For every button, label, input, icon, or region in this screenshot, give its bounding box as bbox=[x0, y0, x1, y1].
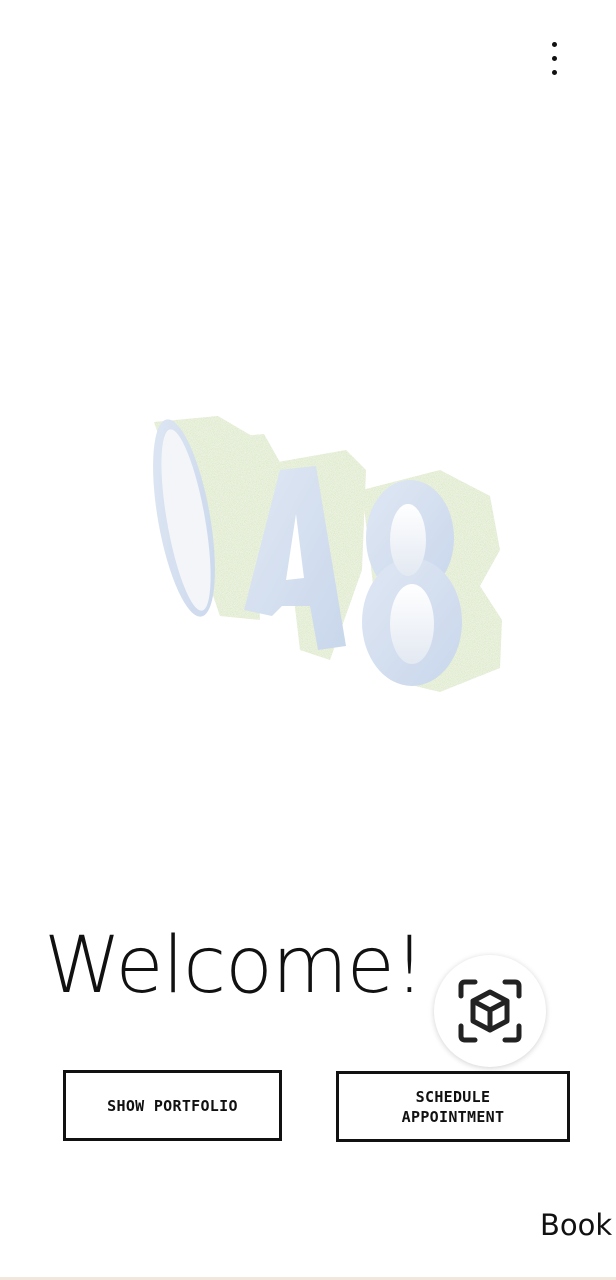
ar-view-button[interactable] bbox=[434, 955, 546, 1067]
more-options-button[interactable] bbox=[536, 36, 572, 82]
ar-cube-icon bbox=[458, 979, 522, 1043]
more-vertical-icon-dot bbox=[552, 70, 557, 75]
book-link[interactable]: Book bbox=[540, 1205, 612, 1245]
welcome-heading: Welcome! bbox=[44, 921, 425, 1011]
a8-logo-graphic bbox=[153, 416, 502, 692]
more-vertical-icon-dot bbox=[552, 56, 557, 61]
schedule-appointment-button[interactable]: SCHEDULE APPOINTMENT bbox=[336, 1071, 570, 1142]
show-portfolio-button[interactable]: SHOW PORTFOLIO bbox=[63, 1070, 282, 1141]
more-vertical-icon bbox=[552, 42, 557, 47]
a8-3d-logo bbox=[140, 410, 510, 710]
